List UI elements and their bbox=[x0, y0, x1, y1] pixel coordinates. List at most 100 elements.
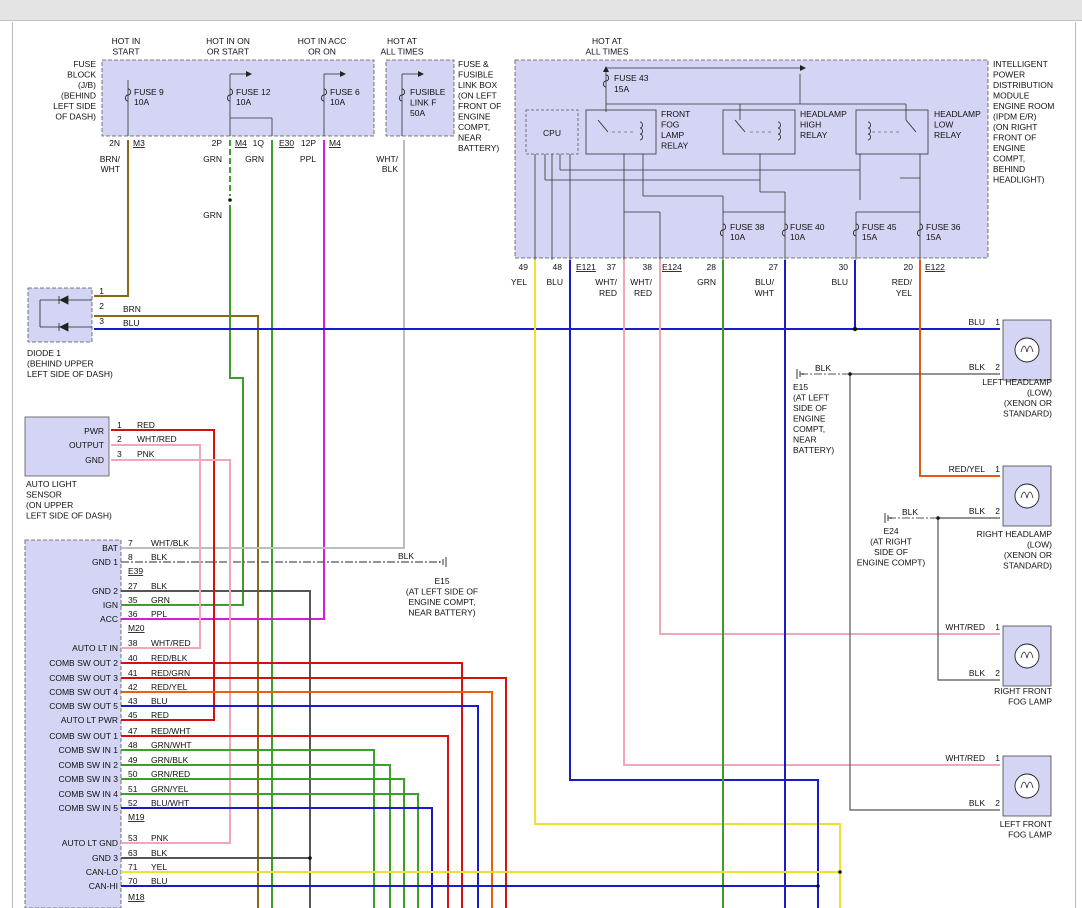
relay-label: FRONT bbox=[661, 109, 690, 119]
wire-color-label: BRN bbox=[123, 304, 141, 314]
bcm-terminal: COMB SW IN 3 bbox=[58, 774, 118, 784]
wire-color-label: GRN/RED bbox=[151, 769, 190, 779]
ipdm-label: COMPT, bbox=[993, 154, 1025, 164]
ground-label: (AT RIGHT bbox=[870, 537, 912, 547]
wire-color-label: PNK bbox=[137, 449, 155, 459]
ground-label: E24 bbox=[883, 526, 898, 536]
pin-number: 1Q bbox=[253, 138, 265, 148]
bcm-terminal: COMB SW OUT 4 bbox=[49, 687, 118, 697]
ground-label: COMPT, bbox=[793, 424, 825, 434]
relay-label: RELAY bbox=[800, 130, 828, 140]
pin-number: 35 bbox=[128, 595, 138, 605]
relay-label: LAMP bbox=[661, 130, 684, 140]
lamp-label: FOG LAMP bbox=[1008, 697, 1052, 707]
sensor-label: SENSOR bbox=[26, 490, 62, 500]
wire-color-label: WHT/ bbox=[630, 277, 652, 287]
wire-color-label: PPL bbox=[300, 154, 316, 164]
lamp-label: (LOW) bbox=[1027, 540, 1052, 550]
lamp-label: LEFT FRONT bbox=[1000, 819, 1052, 829]
pin-number: 48 bbox=[553, 262, 563, 272]
wire-color-label: GRN bbox=[151, 595, 170, 605]
wire-color-label: BLK bbox=[382, 164, 398, 174]
wire-color-label: BLU bbox=[831, 277, 848, 287]
fuse-name: FUSE 45 bbox=[862, 222, 897, 232]
wire-color-label: RED/ bbox=[892, 277, 913, 287]
wire-color-label: WHT/ bbox=[595, 277, 617, 287]
bcm-terminal: COMB SW OUT 2 bbox=[49, 658, 118, 668]
bcm-terminal: AUTO LT GND bbox=[62, 838, 118, 848]
pin-number: 51 bbox=[128, 784, 138, 794]
wire-color-label: RED/WHT bbox=[151, 726, 191, 736]
lamp-label: STANDARD) bbox=[1003, 409, 1052, 419]
lamp-label: (XENON OR bbox=[1004, 550, 1052, 560]
wire-color-label: WHT/ bbox=[376, 154, 398, 164]
fusible-box-label: NEAR bbox=[458, 133, 482, 143]
wire-color-label: YEL bbox=[896, 288, 912, 298]
connector-label: M3 bbox=[133, 138, 145, 148]
wire-color-label: WHT bbox=[101, 164, 120, 174]
wire-color-label: BLK bbox=[969, 506, 985, 516]
pin-number: 37 bbox=[607, 262, 617, 272]
diode-box bbox=[27, 287, 93, 343]
fuse-name: FUSE 43 bbox=[614, 73, 649, 83]
relay-label: HIGH bbox=[800, 120, 821, 130]
pin-number: 2N bbox=[109, 138, 120, 148]
fuse-name: FUSE 6 bbox=[330, 87, 360, 97]
wiring-diagram: HOT INSTART HOT IN ONOR START HOT IN ACCOR… bbox=[24, 36, 1054, 908]
fusible-link-label: FUSIBLE bbox=[410, 87, 446, 97]
ipdm-label: FRONT OF bbox=[993, 133, 1036, 143]
ground-label: SIDE OF bbox=[874, 547, 908, 557]
fuse-name: FUSE 36 bbox=[926, 222, 961, 232]
fusible-link-label: LINK F bbox=[410, 98, 436, 108]
lamp-right-headlamp bbox=[1002, 465, 1052, 527]
bcm-terminal: GND 3 bbox=[92, 853, 118, 863]
wire-color-label: BLK bbox=[815, 363, 831, 373]
lamp-label: RIGHT HEADLAMP bbox=[977, 529, 1053, 539]
bcm-terminal: COMB SW IN 2 bbox=[58, 760, 118, 770]
fuse-name: FUSE 12 bbox=[236, 87, 271, 97]
pin-number: 42 bbox=[128, 682, 138, 692]
connector-label: E30 bbox=[279, 138, 294, 148]
fusible-link-label: 50A bbox=[410, 108, 425, 118]
pin-number: 2 bbox=[995, 668, 1000, 678]
wire-color-label: GRN bbox=[245, 154, 264, 164]
connector-label: M19 bbox=[128, 812, 145, 822]
lamp-left-headlamp bbox=[1002, 319, 1052, 381]
relay-label: LOW bbox=[934, 120, 953, 130]
connector-label: M4 bbox=[235, 138, 247, 148]
connector-label: E122 bbox=[925, 262, 945, 272]
bcm-terminal: GND 2 bbox=[92, 586, 118, 596]
header-label: ALL TIMES bbox=[381, 47, 424, 57]
pin-number: 27 bbox=[128, 581, 138, 591]
wire-color-label: BLU bbox=[151, 696, 168, 706]
fuse-name: FUSE 40 bbox=[790, 222, 825, 232]
sensor-terminal: OUTPUT bbox=[69, 440, 104, 450]
wire-color-label: GRN bbox=[203, 154, 222, 164]
ground-label: E15 bbox=[793, 382, 808, 392]
pin-number: 43 bbox=[128, 696, 138, 706]
fuse-block-label: FUSE bbox=[73, 59, 96, 69]
pin-number: 12P bbox=[301, 138, 316, 148]
pin-number: 45 bbox=[128, 710, 138, 720]
ground-label: ENGINE bbox=[793, 414, 826, 424]
fuse-rating: 10A bbox=[790, 232, 805, 242]
wire-color-label: GRN/YEL bbox=[151, 784, 189, 794]
ground-label: NEAR BATTERY) bbox=[408, 608, 475, 618]
wire-color-label: WHT bbox=[755, 288, 774, 298]
fuse-rating: 10A bbox=[134, 97, 149, 107]
fusible-box-label: FUSE & bbox=[458, 59, 489, 69]
wire-color-label: RED bbox=[137, 420, 155, 430]
ipdm-label: ENGINE bbox=[993, 143, 1026, 153]
lamp-label: FOG LAMP bbox=[1008, 830, 1052, 840]
pin-number: 50 bbox=[128, 769, 138, 779]
wire-color-label: WHT/BLK bbox=[151, 538, 189, 548]
lamp-left-fog bbox=[1002, 755, 1052, 817]
pin-number: 2 bbox=[99, 301, 104, 311]
ground-label: (AT LEFT SIDE OF bbox=[406, 587, 478, 597]
fusible-box-label: (ON LEFT bbox=[458, 91, 497, 101]
wire-color-label: RED bbox=[151, 710, 169, 720]
fuse-block-label: (J/B) bbox=[78, 80, 96, 90]
ipdm-label: DISTRIBUTION bbox=[993, 80, 1053, 90]
relay-label: HEADLAMP bbox=[800, 109, 847, 119]
wire-color-label: PPL bbox=[151, 609, 167, 619]
